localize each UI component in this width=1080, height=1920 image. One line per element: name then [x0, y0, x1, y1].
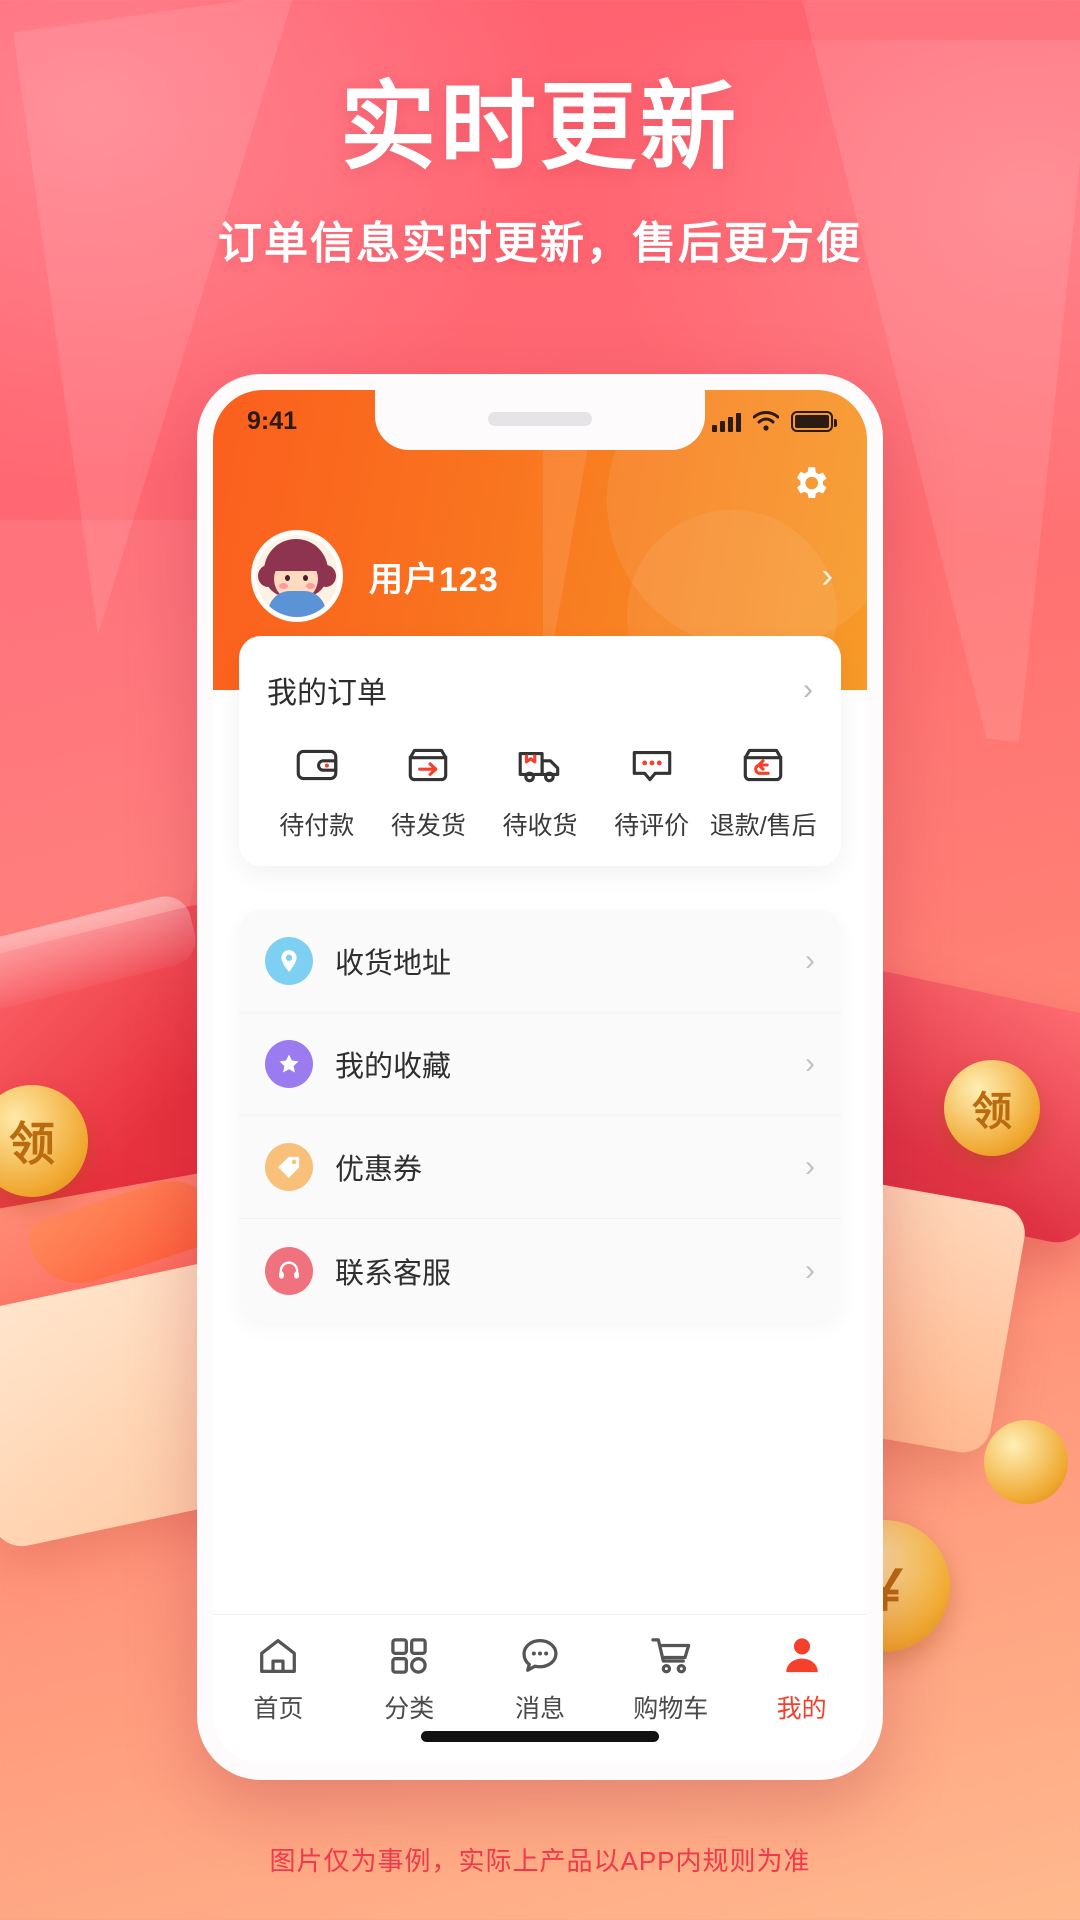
promo-headline-block: 实时更新 订单信息实时更新，售后更方便: [0, 74, 1080, 271]
order-status-pending-receipt[interactable]: 待收货: [484, 740, 596, 842]
menu-item-my-favorites[interactable]: 我的收藏 ›: [239, 1013, 841, 1116]
menu-item-chevron-icon[interactable]: ›: [805, 1254, 815, 1288]
order-status-refund-aftersales[interactable]: 退款/售后: [707, 740, 819, 842]
wallet-icon: [296, 749, 338, 781]
menu-item-label: 联系客服: [335, 1257, 452, 1290]
menu-item-label: 收货地址: [335, 948, 452, 980]
avatar-cheek-left: [279, 583, 288, 589]
home-icon: [260, 1639, 297, 1673]
menu-item-contact-support[interactable]: 联系客服 ›: [239, 1219, 841, 1322]
order-status-grid: 待付款 待发货 待收货 待评价 退款/售后: [239, 728, 841, 842]
home-indicator: [421, 1731, 659, 1742]
avatar[interactable]: [251, 530, 343, 622]
menu-item-chevron-icon[interactable]: ›: [805, 1047, 815, 1081]
refund-box-icon: [743, 748, 783, 782]
menu-item-coupons[interactable]: 优惠券 ›: [239, 1116, 841, 1219]
username-label: 用户123: [369, 560, 499, 599]
status-bar: 9:41: [213, 390, 867, 452]
my-orders-title: 我的订单: [267, 677, 387, 710]
avatar-body: [268, 591, 326, 617]
comment-icon: [632, 750, 671, 782]
coin-right-decoration-1: 领: [944, 1060, 1040, 1156]
order-status-label: 待付款: [279, 812, 355, 840]
status-bar-time: 9:41: [247, 406, 298, 435]
coin-glyph-left: 领: [9, 1118, 55, 1170]
tab-cart[interactable]: 购物车: [605, 1633, 736, 1725]
message-icon: [522, 1639, 558, 1672]
header-actions: [213, 452, 867, 504]
avatar-cheek-right: [306, 583, 315, 589]
tab-label: 购物车: [633, 1695, 709, 1723]
phone-screen: 9:41 用户123 › 我的订单 › 待付款 待发货 待收货 待评价 退款/售…: [213, 390, 867, 1764]
person-icon: [785, 1638, 818, 1673]
order-status-pending-shipment[interactable]: 待发货: [373, 740, 485, 842]
tab-label: 分类: [384, 1695, 435, 1723]
order-status-label: 待发货: [390, 812, 466, 840]
tab-categories[interactable]: 分类: [344, 1633, 475, 1725]
avatar-eye-left: [285, 575, 290, 581]
order-status-pending-payment[interactable]: 待付款: [261, 740, 373, 842]
status-bar-indicators: [712, 410, 837, 432]
phone-mockup: 9:41 用户123 › 我的订单 › 待付款 待发货 待收货 待评价 退款/售…: [197, 374, 883, 1780]
truck-icon: [518, 751, 560, 783]
menu-item-label: 优惠券: [335, 1154, 423, 1186]
location-pin-icon: [265, 937, 313, 985]
page-subtitle: 订单信息实时更新，售后更方便: [218, 218, 862, 268]
my-orders-card: 我的订单 › 待付款 待发货 待收货 待评价 退款/售后: [239, 636, 841, 866]
avatar-eye-right: [303, 575, 308, 581]
order-status-pending-review[interactable]: 待评价: [596, 740, 708, 842]
order-status-label: 待收货: [502, 812, 578, 840]
battery-icon: [791, 410, 837, 432]
coin-left-decoration: 领: [0, 1085, 88, 1197]
menu-item-shipping-address[interactable]: 收货地址 ›: [239, 910, 841, 1013]
my-orders-header[interactable]: 我的订单 ›: [239, 642, 841, 728]
grid-icon: [391, 1638, 427, 1674]
tab-label: 我的: [776, 1695, 827, 1723]
headset-icon: [265, 1246, 313, 1295]
tab-label: 首页: [253, 1695, 304, 1723]
profile-row[interactable]: 用户123 ›: [213, 504, 867, 622]
page-title: 实时更新: [340, 74, 740, 181]
signal-bars-icon: [712, 410, 741, 432]
menu-item-label: 我的收藏: [335, 1051, 452, 1083]
disclaimer-text: 图片仅为事例，实际上产品以APP内规则为准: [269, 1846, 811, 1876]
box-arrow-icon: [409, 748, 448, 782]
menu-item-chevron-icon[interactable]: ›: [805, 944, 815, 978]
order-status-label: 退款/售后: [709, 812, 817, 840]
tab-home[interactable]: 首页: [213, 1633, 344, 1725]
tab-messages[interactable]: 消息: [475, 1633, 606, 1725]
tab-label: 消息: [514, 1695, 565, 1723]
menu-item-chevron-icon[interactable]: ›: [805, 1150, 815, 1184]
profile-chevron-icon[interactable]: ›: [822, 557, 833, 596]
star-icon: [265, 1040, 313, 1088]
coin-right-decoration-3: [984, 1420, 1068, 1504]
wifi-icon: [753, 411, 779, 431]
tab-profile[interactable]: 我的: [736, 1633, 867, 1725]
tag-icon: [265, 1143, 313, 1191]
order-status-label: 待评价: [614, 812, 690, 840]
my-orders-chevron-icon[interactable]: ›: [803, 673, 813, 707]
cart-icon: [651, 1638, 691, 1674]
gear-icon[interactable]: [789, 462, 831, 504]
account-menu-list: 收货地址 › 我的收藏 › 优惠券 › 联系客服 ›: [239, 910, 841, 1322]
coin-glyph-right-1: 领: [972, 1090, 1012, 1134]
